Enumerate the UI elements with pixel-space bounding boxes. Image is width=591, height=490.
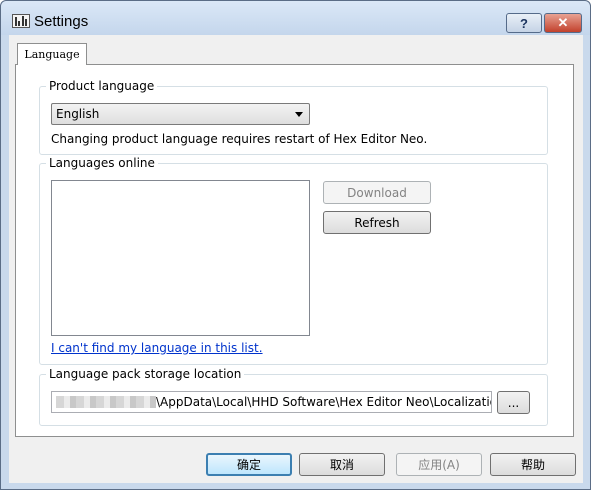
restart-hint: Changing product language requires resta… [51, 132, 428, 146]
browse-button[interactable]: ... [497, 391, 530, 414]
languages-list[interactable] [51, 180, 310, 336]
product-language-value: English [56, 107, 100, 121]
storage-path-text: \AppData\Local\HHD Software\Hex Editor N… [156, 395, 492, 409]
apply-label: 应用(A) [418, 458, 460, 472]
apply-button[interactable]: 应用(A) [396, 453, 482, 476]
storage-location-legend: Language pack storage location [46, 367, 245, 381]
help-label: 帮助 [520, 458, 545, 472]
refresh-label: Refresh [354, 215, 400, 230]
redacted-path-segment [56, 396, 156, 408]
cant-find-language-link[interactable]: I can't find my language in this list. [51, 341, 263, 355]
product-language-legend: Product language [46, 79, 158, 93]
cancel-button[interactable]: 取消 [299, 453, 385, 476]
window-title: Settings [34, 13, 89, 30]
storage-location-group: Language pack storage location \AppData\… [39, 367, 548, 426]
ok-label: 确定 [236, 458, 261, 472]
browse-label: ... [507, 395, 520, 410]
languages-online-group: Languages online Download Refresh I can'… [39, 156, 548, 365]
settings-app-icon [12, 14, 30, 28]
ok-button[interactable]: 确定 [206, 453, 292, 476]
language-tab-panel: Product language English Changing produc… [15, 64, 574, 437]
download-label: Download [347, 185, 407, 200]
settings-window: Settings ? ✕ Language Product language E… [0, 0, 591, 490]
tab-language[interactable]: Language [17, 43, 87, 65]
help-caption-button[interactable]: ? [506, 13, 542, 33]
chevron-down-icon [295, 112, 303, 117]
cancel-label: 取消 [329, 458, 354, 472]
help-button[interactable]: 帮助 [490, 453, 576, 476]
refresh-button[interactable]: Refresh [323, 211, 431, 234]
languages-online-legend: Languages online [46, 156, 158, 170]
dialog-client-area: Language Product language English Changi… [9, 35, 583, 483]
close-button[interactable]: ✕ [544, 13, 582, 33]
title-bar[interactable]: Settings ? ✕ [1, 1, 590, 35]
product-language-dropdown[interactable]: English [51, 103, 310, 125]
product-language-group: Product language English Changing produc… [39, 79, 548, 155]
download-button[interactable]: Download [323, 181, 431, 204]
storage-path-field[interactable]: \AppData\Local\HHD Software\Hex Editor N… [51, 391, 492, 413]
